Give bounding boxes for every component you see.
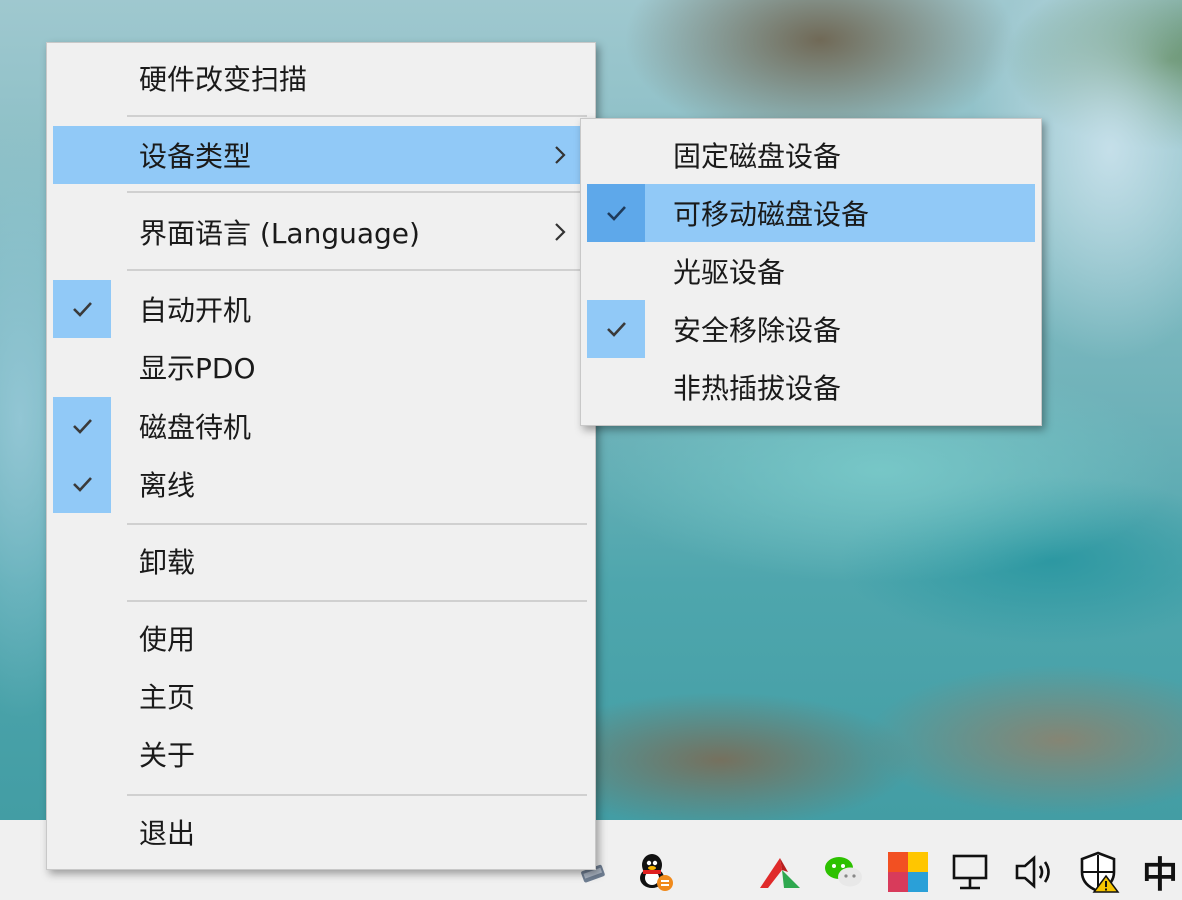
menu-item-disk-standby[interactable]: 磁盘待机 <box>53 397 589 455</box>
red-app-icon[interactable] <box>758 850 802 894</box>
chevron-right-icon <box>555 223 566 241</box>
menu-item-auto-start[interactable]: 自动开机 <box>53 280 589 338</box>
menu-item-about[interactable]: 关于 <box>53 725 589 783</box>
checkmark-icon <box>607 322 626 337</box>
menu-item-language[interactable]: 界面语言 (Language) <box>53 203 589 261</box>
wechat-icon[interactable] <box>822 850 866 894</box>
menu-item-exit[interactable]: 退出 <box>53 803 589 861</box>
menu-item-label: 退出 <box>139 817 196 850</box>
ime-indicator[interactable]: 中 <box>1140 848 1180 896</box>
checkmark-box <box>53 280 111 338</box>
menu-item-label: 非热插拔设备 <box>673 372 842 405</box>
menu-item-label: 设备类型 <box>139 140 252 173</box>
menu-item-label: 使用 <box>139 623 196 656</box>
menu-separator <box>127 115 587 117</box>
checkmark-icon <box>73 419 92 434</box>
network-icon[interactable] <box>948 850 992 894</box>
menu-item-label: 关于 <box>139 739 196 772</box>
menu-item-label: 光驱设备 <box>673 256 786 289</box>
menu-item-label: 磁盘待机 <box>139 411 252 444</box>
checkmark-box <box>53 455 111 513</box>
menu-item-label: 固定磁盘设备 <box>673 140 842 173</box>
color-grid-icon[interactable] <box>886 850 930 894</box>
menu-item-label: 卸载 <box>139 546 196 579</box>
menu-item-label: 离线 <box>139 469 196 502</box>
chevron-right-icon <box>555 146 566 164</box>
menu-item-usage[interactable]: 使用 <box>53 609 589 667</box>
checkmark-box <box>587 300 645 358</box>
submenu-item-optical-drive[interactable]: 光驱设备 <box>587 242 1035 300</box>
checkmark-icon <box>73 477 92 492</box>
menu-item-hardware-scan[interactable]: 硬件改变扫描 <box>53 49 589 107</box>
menu-item-device-type[interactable]: 设备类型 <box>53 126 589 184</box>
context-menu: 硬件改变扫描 设备类型 界面语言 (Language) 自动开机 显示PDO 磁… <box>46 42 596 870</box>
menu-separator <box>127 794 587 796</box>
menu-item-show-pdo[interactable]: 显示PDO <box>53 338 589 396</box>
menu-item-label: 主页 <box>139 681 196 714</box>
checkmark-icon <box>607 206 626 221</box>
menu-separator <box>127 600 587 602</box>
menu-item-uninstall[interactable]: 卸载 <box>53 532 589 590</box>
submenu-item-fixed-disk[interactable]: 固定磁盘设备 <box>587 126 1035 184</box>
menu-item-offline[interactable]: 离线 <box>53 455 589 513</box>
menu-item-label: 自动开机 <box>139 294 252 327</box>
checkmark-box <box>53 397 111 455</box>
volume-icon[interactable] <box>1012 850 1056 894</box>
checkmark-icon <box>73 302 92 317</box>
submenu-item-removable-disk[interactable]: 可移动磁盘设备 <box>587 184 1035 242</box>
submenu-item-non-hotplug[interactable]: 非热插拔设备 <box>587 358 1035 416</box>
qq-icon[interactable] <box>632 850 676 894</box>
menu-separator <box>127 269 587 271</box>
menu-item-label: 显示PDO <box>139 352 256 385</box>
submenu-item-safe-remove[interactable]: 安全移除设备 <box>587 300 1035 358</box>
checkmark-box <box>587 184 645 242</box>
menu-separator <box>127 523 587 525</box>
menu-item-label: 硬件改变扫描 <box>139 63 308 96</box>
device-type-submenu: 固定磁盘设备 可移动磁盘设备 光驱设备 安全移除设备 非热插拔设备 <box>580 118 1042 426</box>
menu-item-label: 可移动磁盘设备 <box>673 198 870 231</box>
menu-item-label: 界面语言 (Language) <box>139 217 420 250</box>
menu-item-label: 安全移除设备 <box>673 314 842 347</box>
menu-item-homepage[interactable]: 主页 <box>53 667 589 725</box>
menu-separator <box>127 191 587 193</box>
security-warning-icon[interactable] <box>1076 850 1120 894</box>
